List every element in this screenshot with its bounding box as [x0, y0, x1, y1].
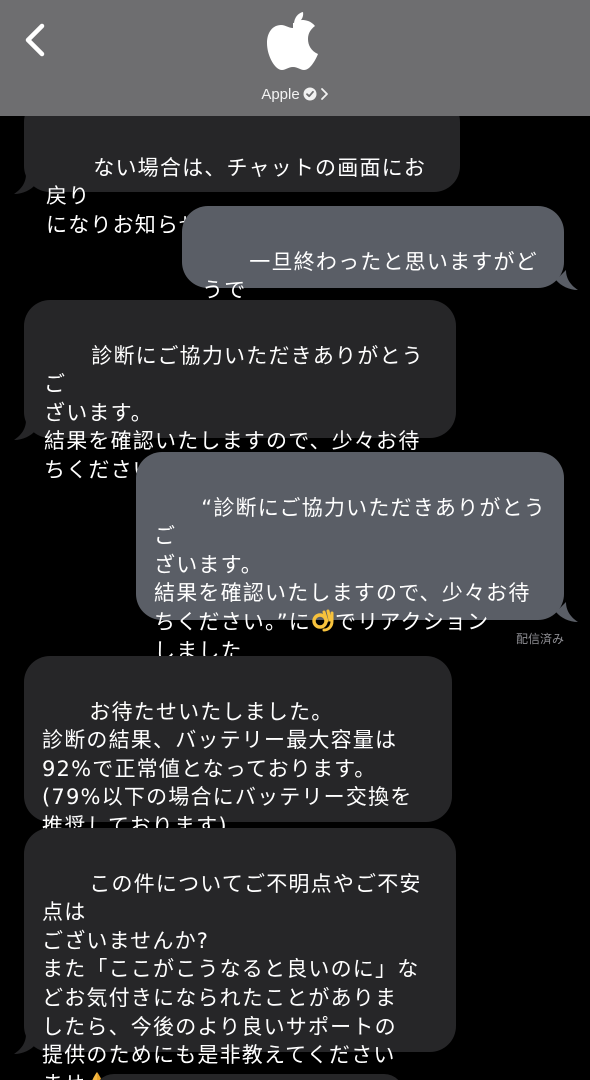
message-bubble-incoming: この件についてご不明点やご不安点は ございませんか? また「ここがこうなると良い…: [24, 828, 456, 1080]
bubble-tail: [14, 420, 36, 440]
conversation-header: Apple: [0, 0, 590, 116]
ok-hand-emoji-icon: [312, 609, 334, 632]
bubble-tail: [14, 174, 36, 194]
message-thread[interactable]: ない場合は、チャットの画面にお戻り になりお知らせください。 一旦終わったと思い…: [0, 0, 590, 1080]
contact-name: Apple: [261, 86, 300, 103]
message-bubble-partial: [94, 1074, 404, 1080]
message-bubble-incoming: 診断にご協力いただきありがとうご ざいます。 結果を確認いたしますので、少々お待…: [24, 300, 456, 482]
bubble-tail: [556, 270, 578, 290]
message-text: お待たせいたしました。 診断の結果、バッテリー最大容量は 92%で正常値となって…: [42, 699, 413, 838]
contact-name-button[interactable]: Apple: [0, 86, 590, 103]
back-button[interactable]: [20, 20, 54, 60]
chat-screen: ない場合は、チャットの画面にお戻り になりお知らせください。 一旦終わったと思い…: [0, 0, 590, 1080]
delivered-status: 配信済み: [515, 632, 564, 646]
message-bubble-outgoing: 一旦終わったと思いますがどうで しょうか。: [182, 206, 564, 331]
bubble-tail: [556, 602, 578, 622]
message-bubble-incoming: お待たせいたしました。 診断の結果、バッテリー最大容量は 92%で正常値となって…: [24, 656, 452, 838]
verified-badge-icon: [303, 87, 317, 101]
chevron-right-icon: [320, 88, 328, 100]
bubble-tail: [14, 1034, 36, 1054]
message-bubble-outgoing: “診断にご協力いただきありがとうご ざいます。 結果を確認いたしますので、少々お…: [136, 452, 564, 663]
apple-logo-icon[interactable]: [264, 10, 322, 74]
chevron-left-icon: [25, 23, 45, 57]
message-text: この件についてご不明点やご不安点は ございませんか? また「ここがこうなると良い…: [42, 871, 422, 1080]
